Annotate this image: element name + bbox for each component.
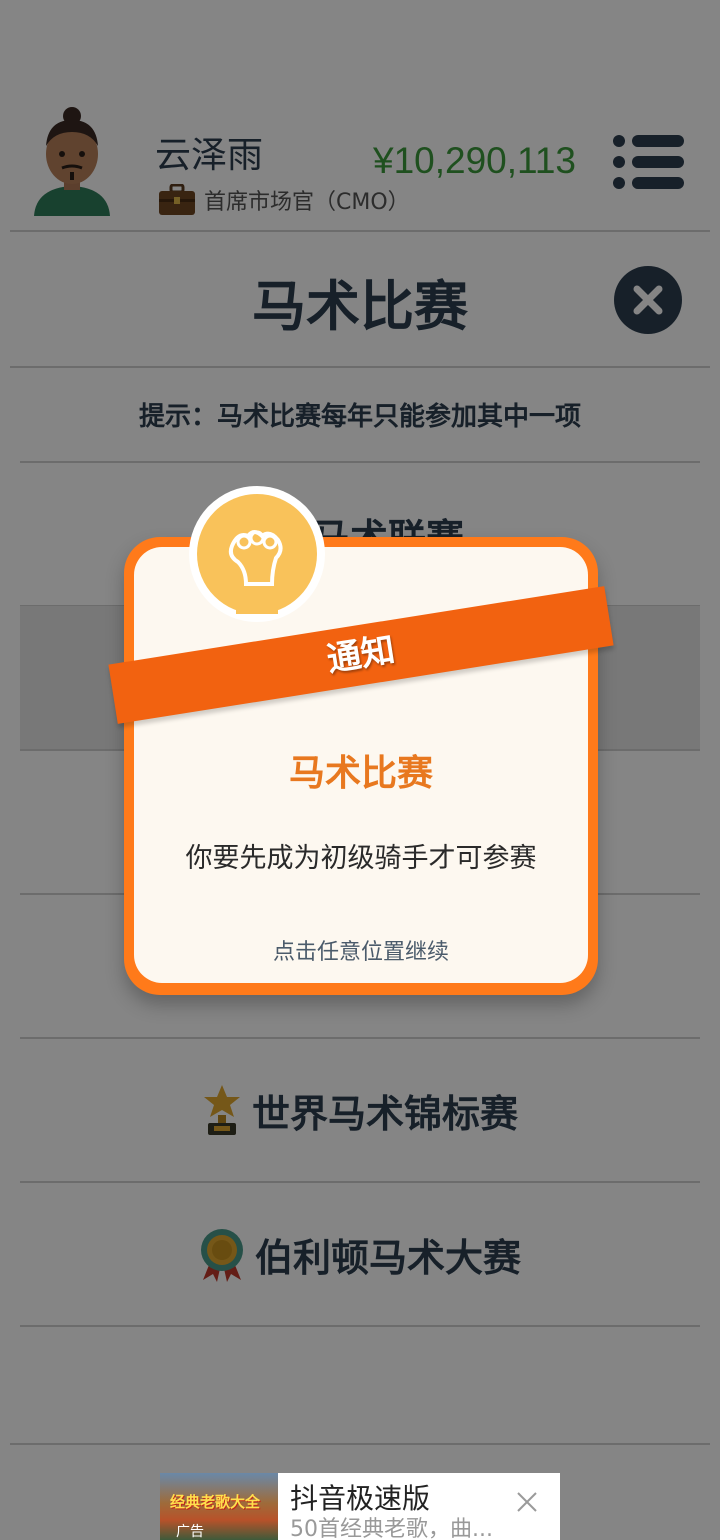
ad-image-text: 经典老歌大全 (170, 1493, 261, 1511)
lightbulb-icon (189, 486, 325, 622)
ad-close-icon[interactable] (516, 1491, 538, 1513)
modal-message: 你要先成为初级骑手才可参赛 (185, 843, 537, 874)
ad-banner[interactable]: 经典老歌大全 广告 抖音极速版 50首经典老歌，曲... (160, 1473, 560, 1540)
ad-image[interactable]: 经典老歌大全 广告 (160, 1473, 278, 1540)
modal-title: 马术比赛 (288, 753, 433, 794)
ad-subtitle: 50首经典老歌，曲... (290, 1517, 493, 1540)
tap-to-continue-hint[interactable]: 点击任意位置继续 (124, 934, 598, 966)
ad-tag: 广告 (176, 1524, 204, 1540)
